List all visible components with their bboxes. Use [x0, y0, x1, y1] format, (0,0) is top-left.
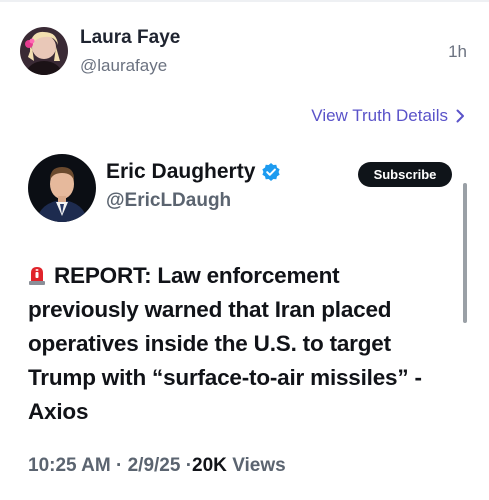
author-name[interactable]: Laura Faye: [80, 27, 180, 49]
view-truth-details-link[interactable]: View Truth Details: [311, 106, 465, 126]
verified-badge-icon: [262, 163, 280, 181]
embed-time: 10:25 AM: [28, 455, 111, 476]
embed-views-count: 20K: [192, 455, 227, 476]
view-truth-details-label: View Truth Details: [311, 106, 448, 125]
top-divider: [0, 0, 489, 2]
embed-views-label: Views: [232, 455, 286, 476]
scrollbar[interactable]: [463, 183, 467, 323]
embed-tweet-text: REPORT: Law enforcement previously warne…: [28, 259, 448, 429]
post-timestamp: 1h: [448, 42, 467, 61]
embed-author-avatar: [28, 154, 96, 222]
embed-author-handle: @EricLDaugh: [106, 190, 232, 211]
embed-date: 2/9/25: [127, 455, 181, 476]
meta-separator: ·: [116, 455, 123, 476]
embed-name-row: Eric Daugherty: [106, 160, 281, 184]
siren-emoji-icon: [29, 267, 45, 285]
chevron-right-icon: [456, 109, 464, 123]
embed-author-name: Eric Daugherty: [106, 160, 256, 183]
truth-post-screen: Laura Faye @laurafaye 1h View Truth Deta…: [0, 0, 489, 500]
author-avatar[interactable]: [20, 27, 68, 75]
embed-tweet-text-content: REPORT: Law enforcement previously warne…: [28, 263, 422, 424]
subscribe-button: Subscribe: [358, 162, 452, 187]
author-handle[interactable]: @laurafaye: [80, 56, 167, 76]
embed-meta-row: 10:25 AM · 2/9/25 ·20K Views: [28, 455, 286, 477]
